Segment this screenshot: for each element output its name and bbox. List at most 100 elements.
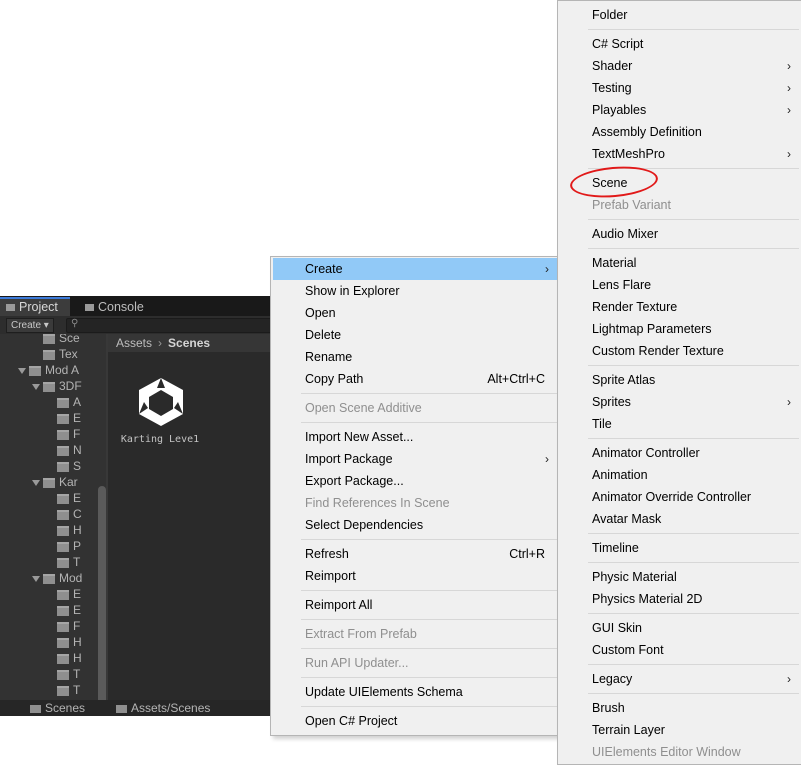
menu-item-refresh[interactable]: Refresh Ctrl+R (273, 543, 557, 565)
menu-item-textmeshpro[interactable]: TextMeshPro › (560, 143, 799, 165)
menu-item-animator-controller[interactable]: Animator Controller (560, 442, 799, 464)
menu-item-label: Brush (592, 701, 625, 715)
menu-item-label: Animator Override Controller (592, 490, 752, 504)
menu-item-custom-render-texture[interactable]: Custom Render Texture (560, 340, 799, 362)
tree-item-label: E (73, 491, 82, 505)
breadcrumb-assets[interactable]: Assets (116, 336, 152, 350)
tab-project[interactable]: Project (0, 297, 70, 316)
menu-item-lens-flare[interactable]: Lens Flare (560, 274, 799, 296)
menu-item-terrain-layer[interactable]: Terrain Layer (560, 719, 799, 741)
menu-item-testing[interactable]: Testing › (560, 77, 799, 99)
menu-item-label: Delete (305, 328, 342, 342)
folder-icon (57, 397, 69, 408)
menu-item-label: Animator Controller (592, 446, 700, 460)
expand-arrow-icon[interactable] (32, 575, 40, 582)
folder-tree[interactable]: Sce Tex Mod A 3DF A E F N S Kar E C H P T Mod E E F H H T T (0, 334, 106, 700)
menu-item-folder[interactable]: Folder (560, 4, 799, 26)
menu-item-material[interactable]: Material (560, 252, 799, 274)
menu-item-rename[interactable]: Rename (273, 346, 557, 368)
search-input[interactable]: ⚲ (66, 318, 272, 333)
tree-item[interactable]: F (57, 426, 80, 442)
tree-item[interactable]: Mod A (18, 362, 79, 378)
menu-item-gui-skin[interactable]: GUI Skin (560, 617, 799, 639)
menu-item-c-script[interactable]: C# Script (560, 33, 799, 55)
tree-item[interactable]: Mod (32, 570, 82, 586)
create-dropdown-button[interactable]: Create ▾ (6, 318, 54, 333)
folder-icon (57, 509, 69, 520)
tree-item[interactable]: E (57, 586, 81, 602)
tree-item[interactable]: E (57, 410, 81, 426)
menu-item-reimport[interactable]: Reimport (273, 565, 557, 587)
expand-arrow-icon[interactable] (32, 383, 40, 390)
menu-item-assembly-definition[interactable]: Assembly Definition (560, 121, 799, 143)
menu-item-label: Refresh (305, 547, 349, 561)
tree-item-label: T (73, 667, 81, 681)
menu-item-lightmap-parameters[interactable]: Lightmap Parameters (560, 318, 799, 340)
menu-item-tile[interactable]: Tile (560, 413, 799, 435)
menu-item-label: Playables (592, 103, 647, 117)
menu-item-legacy[interactable]: Legacy › (560, 668, 799, 690)
menu-item-animator-override-controller[interactable]: Animator Override Controller (560, 486, 799, 508)
menu-item-label: Run API Updater... (305, 656, 409, 670)
menu-item-select-dependencies[interactable]: Select Dependencies (273, 514, 557, 536)
menu-item-copy-path[interactable]: Copy Path Alt+Ctrl+C (273, 368, 557, 390)
tree-item[interactable]: T (57, 666, 80, 682)
tree-item[interactable]: Kar (32, 474, 78, 490)
tree-item[interactable]: P (57, 538, 81, 554)
menu-item-open[interactable]: Open (273, 302, 557, 324)
folder-icon (57, 413, 69, 424)
tree-item[interactable]: Tex (43, 346, 78, 362)
expand-arrow-icon[interactable] (18, 367, 26, 374)
breadcrumb-scenes[interactable]: Scenes (168, 336, 210, 350)
menu-item-brush[interactable]: Brush (560, 697, 799, 719)
menu-item-physic-material[interactable]: Physic Material (560, 566, 799, 588)
tree-item[interactable]: C (57, 506, 82, 522)
scene-asset-label[interactable]: Karting Leve1 (108, 434, 212, 445)
tree-item[interactable]: T (57, 682, 80, 698)
menu-item-audio-mixer[interactable]: Audio Mixer (560, 223, 799, 245)
chevron-right-icon: › (787, 395, 791, 409)
menu-item-delete[interactable]: Delete (273, 324, 557, 346)
menu-item-sprites[interactable]: Sprites › (560, 391, 799, 413)
tree-item[interactable]: T (57, 554, 80, 570)
menu-item-shader[interactable]: Shader › (560, 55, 799, 77)
tree-item[interactable]: H (57, 650, 82, 666)
tree-item[interactable]: S (57, 458, 81, 474)
menu-item-playables[interactable]: Playables › (560, 99, 799, 121)
tree-item[interactable]: E (57, 602, 81, 618)
console-icon (85, 304, 94, 312)
tree-item[interactable]: 3DF (32, 378, 82, 394)
tree-item-label: A (73, 395, 82, 409)
menu-item-sprite-atlas[interactable]: Sprite Atlas (560, 369, 799, 391)
menu-item-reimport-all[interactable]: Reimport All (273, 594, 557, 616)
menu-item-open-c-project[interactable]: Open C# Project (273, 710, 557, 732)
menu-item-render-texture[interactable]: Render Texture (560, 296, 799, 318)
menu-item-import-package[interactable]: Import Package › (273, 448, 557, 470)
tree-item[interactable]: F (57, 618, 80, 634)
tree-item[interactable]: N (57, 442, 82, 458)
menu-item-export-package[interactable]: Export Package... (273, 470, 557, 492)
menu-item-update-uielements-schema[interactable]: Update UIElements Schema (273, 681, 557, 703)
chevron-right-icon: › (787, 81, 791, 95)
menu-item-scene[interactable]: Scene (560, 172, 799, 194)
menu-item-animation[interactable]: Animation (560, 464, 799, 486)
menu-item-avatar-mask[interactable]: Avatar Mask (560, 508, 799, 530)
expand-arrow-icon[interactable] (32, 479, 40, 486)
tree-scrollbar[interactable] (98, 486, 106, 700)
tab-console[interactable]: Console (79, 299, 169, 316)
menu-item-timeline[interactable]: Timeline (560, 537, 799, 559)
menu-item-custom-font[interactable]: Custom Font (560, 639, 799, 661)
tree-item[interactable]: Sce (43, 334, 80, 346)
tree-item[interactable]: H (57, 522, 82, 538)
menu-item-create[interactable]: Create › (273, 258, 557, 280)
menu-item-import-new-asset[interactable]: Import New Asset... (273, 426, 557, 448)
menu-item-label: Assembly Definition (592, 125, 702, 139)
menu-item-physics-material-2d[interactable]: Physics Material 2D (560, 588, 799, 610)
folder-icon (57, 525, 69, 536)
menu-item-extract-from-prefab: Extract From Prefab (273, 623, 557, 645)
tree-item[interactable]: H (57, 634, 82, 650)
tree-item[interactable]: A (57, 394, 81, 410)
unity-logo-icon[interactable] (131, 372, 191, 432)
menu-item-show-in-explorer[interactable]: Show in Explorer (273, 280, 557, 302)
tree-item[interactable]: E (57, 490, 81, 506)
